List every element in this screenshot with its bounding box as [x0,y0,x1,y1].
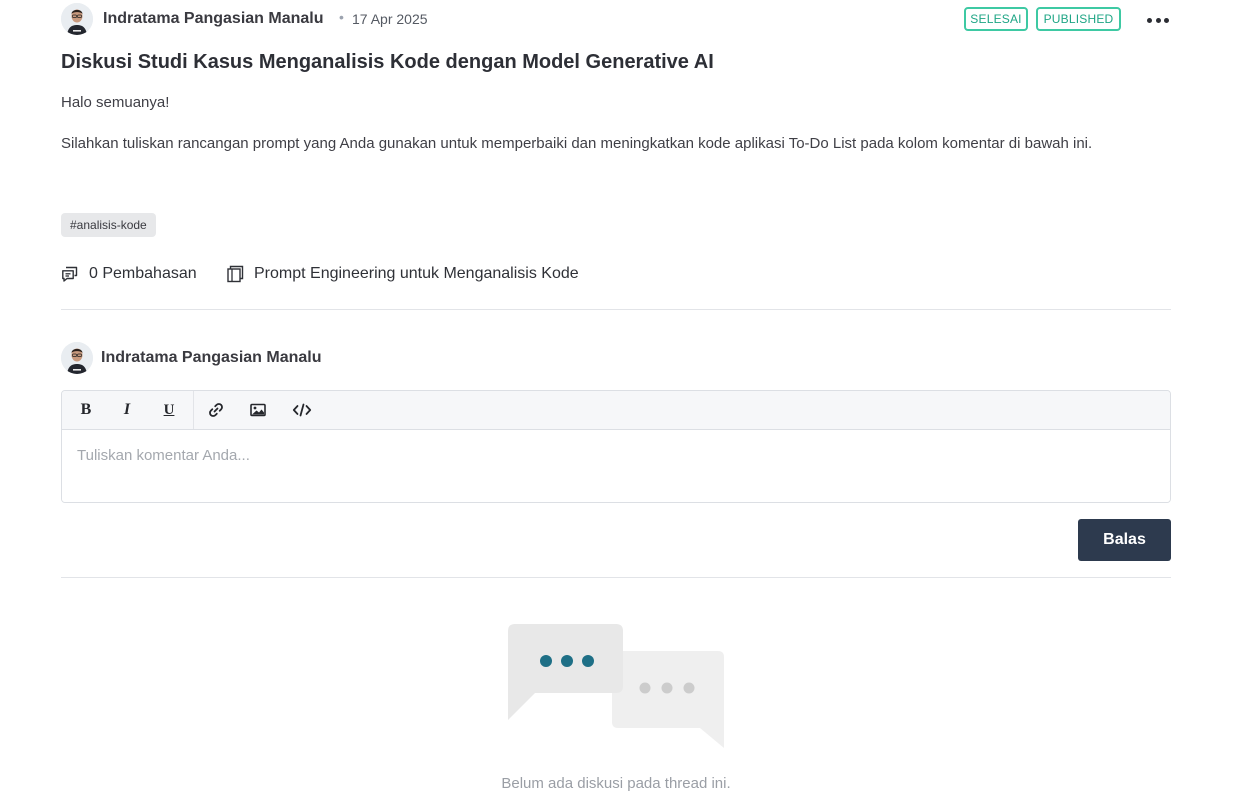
module-link[interactable]: Prompt Engineering untuk Menganalisis Ko… [226,262,579,286]
post-body: Silahkan tuliskan rancangan prompt yang … [61,135,1093,152]
post-tag[interactable]: #analisis-kode [61,213,156,237]
more-options-button[interactable] [1145,7,1171,31]
meta-separator: • [339,9,344,25]
bold-icon: B [80,401,92,418]
post-date: 17 Apr 2025 [352,11,428,27]
post-greeting: Halo semuanya! [61,94,170,111]
status-badge-selesai: SELESAI [964,7,1028,31]
comment-input[interactable] [62,430,1170,502]
underline-icon: U [163,401,175,418]
reply-avatar [61,342,93,374]
editor-toolbar: B I U [62,391,1170,430]
more-dots-icon [1164,18,1169,23]
more-dots-icon [1155,18,1161,23]
empty-state-message: Belum ada diskusi pada thread ini. [501,775,731,792]
italic-icon: I [123,401,131,418]
post-header: Indratama Pangasian Manalu • 17 Apr 2025… [61,3,1171,35]
reply-submit-button[interactable]: Balas [1078,519,1171,561]
underline-button[interactable]: U [157,399,181,421]
comment-editor: B I U [61,390,1171,503]
status-badge-published: PUBLISHED [1036,7,1121,31]
avatar-image [61,342,93,374]
image-icon [250,403,266,417]
post-author-name[interactable]: Indratama Pangasian Manalu [103,10,324,28]
link-icon [209,403,223,417]
code-button[interactable] [290,399,314,421]
author-avatar[interactable] [61,3,93,35]
image-button[interactable] [246,399,270,421]
bold-button[interactable]: B [74,399,98,421]
chat-bubbles-icon [62,266,78,282]
module-book-icon [227,265,244,283]
italic-button[interactable]: I [115,399,139,421]
divider [61,577,1171,578]
empty-chat-illustration [508,624,724,750]
code-icon [292,403,312,417]
toolbar-separator [193,391,194,429]
reply-user: Indratama Pangasian Manalu [61,342,461,374]
discussion-count-label: 0 Pembahasan [89,265,197,282]
avatar-image [61,3,93,35]
link-button[interactable] [204,399,228,421]
post-meta-row: 0 Pembahasan Prompt Engineering untuk Me… [61,262,761,286]
more-dots-icon [1147,18,1152,23]
post-title: Diskusi Studi Kasus Menganalisis Kode de… [61,51,714,73]
discussion-count: 0 Pembahasan [61,262,197,286]
module-label[interactable]: Prompt Engineering untuk Menganalisis Ko… [254,265,579,283]
chat-bubbles-illustration [508,624,724,748]
divider [61,309,1171,310]
reply-author-name: Indratama Pangasian Manalu [101,349,322,366]
